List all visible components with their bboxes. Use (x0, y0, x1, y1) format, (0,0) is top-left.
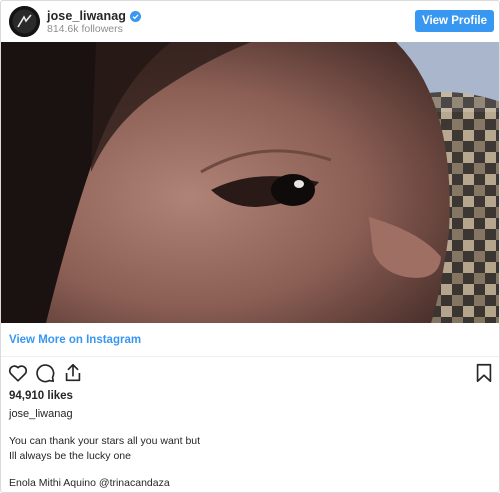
like-count[interactable]: 94,910 likes (9, 390, 73, 402)
post-header: jose_liwanag 814.6k followers View Profi… (1, 1, 499, 42)
caption-line: Ill always be the lucky one (9, 450, 131, 462)
follower-count: 814.6k followers (47, 23, 123, 35)
share-icon[interactable] (62, 362, 84, 384)
caption-line: You can thank your stars all you want bu… (9, 435, 201, 447)
heart-icon[interactable] (7, 362, 29, 384)
caption-username[interactable]: jose_liwanag (9, 408, 73, 420)
action-bar (1, 362, 499, 388)
username-row: jose_liwanag (47, 9, 142, 23)
view-profile-button[interactable]: View Profile (415, 10, 494, 32)
bookmark-icon[interactable] (473, 362, 495, 384)
caption-mention-link[interactable]: @trinacandaza (99, 477, 170, 489)
post-image[interactable] (1, 42, 500, 323)
username[interactable]: jose_liwanag (47, 9, 126, 23)
view-more-link[interactable]: View More on Instagram (9, 334, 141, 346)
view-more-bar: View More on Instagram (1, 323, 499, 357)
avatar[interactable] (9, 6, 40, 37)
verified-badge-icon (130, 10, 142, 22)
instagram-embed-card: jose_liwanag 814.6k followers View Profi… (0, 0, 500, 493)
caption-line: Enola Mithi Aquino @trinacandaza (9, 477, 170, 489)
comment-icon[interactable] (34, 362, 56, 384)
caption-text: Enola Mithi Aquino (9, 477, 99, 489)
